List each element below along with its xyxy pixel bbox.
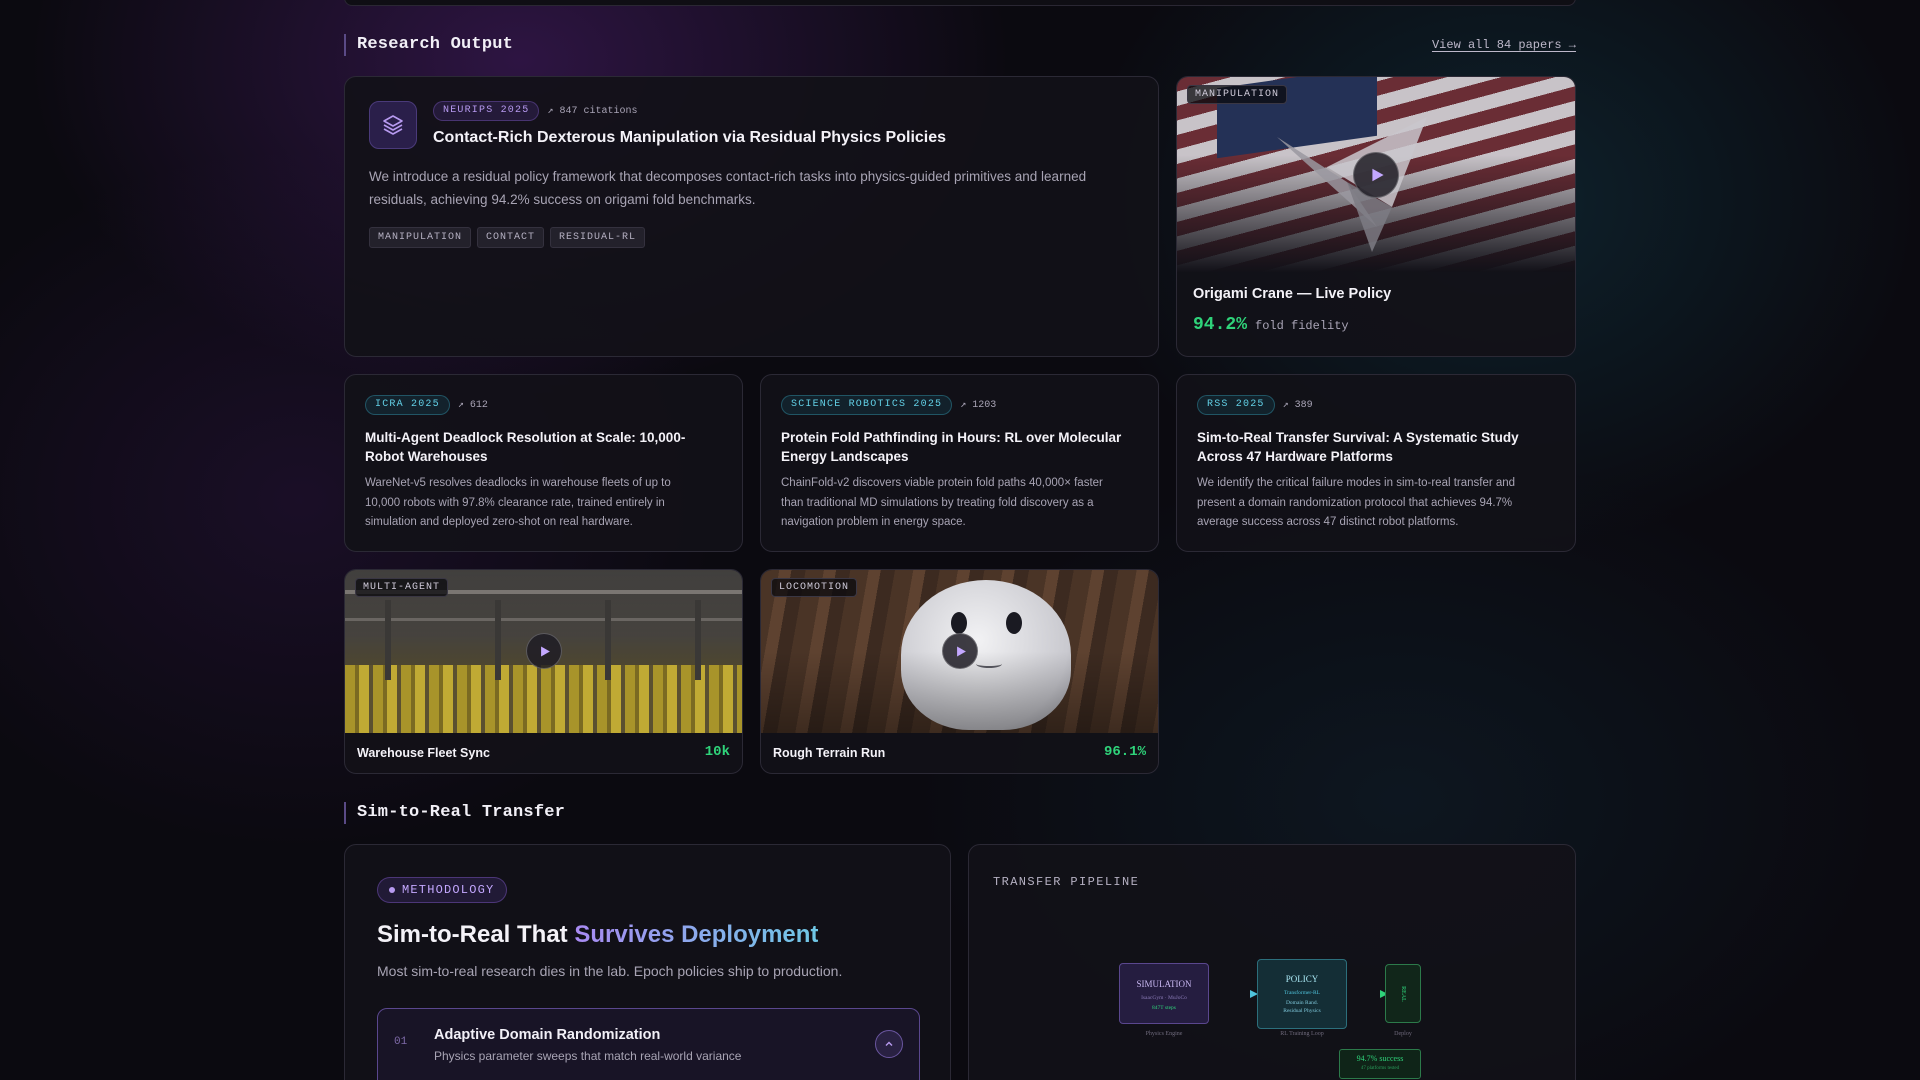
section-title-research: Research Output bbox=[344, 34, 513, 56]
video-title: Rough Terrain Run bbox=[773, 746, 886, 760]
paper-title[interactable]: Protein Fold Pathfinding in Hours: RL ov… bbox=[781, 428, 1141, 466]
simulation-node-sub: IsaacGym · MuJoCo bbox=[1141, 995, 1187, 1001]
tag[interactable]: CONTACT bbox=[477, 227, 545, 248]
success-sub: 47 platforms tested bbox=[1360, 1066, 1400, 1071]
video-title: Origami Crane — Live Policy bbox=[1193, 286, 1392, 302]
simulation-caption: Physics Engine bbox=[1145, 1031, 1183, 1037]
venue-badge: NEURIPS 2025 bbox=[433, 101, 540, 121]
play-icon[interactable] bbox=[1353, 152, 1399, 198]
paper-card[interactable]: ICRA 2025 ↗ 612 Multi-Agent Deadlock Res… bbox=[344, 374, 743, 552]
accordion-title: Adaptive Domain Randomization bbox=[434, 1027, 661, 1043]
policy-node: POLICY Transformer-RL Domain Rand. Resid… bbox=[1257, 959, 1347, 1029]
tag-list: MANIPULATION CONTACT RESIDUAL-RL bbox=[369, 227, 651, 248]
real-node: REAL bbox=[1385, 964, 1421, 1023]
heading-plain: Sim-to-Real That bbox=[377, 921, 575, 948]
research-section-header: Research Output View all 84 papers → bbox=[344, 33, 1576, 57]
policy-node-line2: Residual Physics bbox=[1283, 1008, 1321, 1014]
video-card[interactable]: MULTI-AGENT Warehouse Fleet Sync 10k bbox=[344, 569, 743, 774]
video-stat: 94.2% bbox=[1193, 315, 1248, 335]
simulation-node: SIMULATION IsaacGym · MuJoCo 847T steps bbox=[1119, 963, 1209, 1024]
simulation-node-stat: 847T steps bbox=[1152, 1005, 1176, 1011]
video-title: Warehouse Fleet Sync bbox=[357, 746, 490, 760]
play-icon[interactable] bbox=[942, 633, 978, 669]
methodology-card: METHODOLOGY Sim-to-Real That Survives De… bbox=[344, 844, 951, 1080]
transfer-pipeline-card: TRANSFER PIPELINE SIMULATION IsaacGym · … bbox=[968, 844, 1576, 1080]
pipeline-title: TRANSFER PIPELINE bbox=[993, 875, 1140, 889]
accordion-number: 01 bbox=[394, 1036, 408, 1048]
paper-abstract: ChainFold-v2 discovers viable protein fo… bbox=[781, 477, 1103, 528]
featured-paper-card[interactable]: NEURIPS 2025 ↗ 847 citations Contact-Ric… bbox=[344, 76, 1159, 357]
featured-paper-title[interactable]: Contact-Rich Dexterous Manipulation via … bbox=[433, 127, 1133, 149]
previous-section-card-edge bbox=[344, 0, 1576, 6]
accordion-item[interactable]: 01 Adaptive Domain Randomization Physics… bbox=[377, 1008, 920, 1080]
video-stat-label: fold fidelity bbox=[1255, 319, 1349, 333]
success-badge: 94.7% success 47 platforms tested bbox=[1339, 1049, 1421, 1079]
venue-badge: RSS 2025 bbox=[1197, 395, 1275, 415]
featured-paper-abstract: We introduce a residual policy framework… bbox=[369, 169, 1087, 207]
citation-count: ↗ 847 citations bbox=[547, 106, 638, 117]
citation-count: ↗ 612 bbox=[457, 400, 488, 411]
dot-icon bbox=[389, 887, 395, 893]
video-stat: 96.1% bbox=[1103, 744, 1146, 760]
tag[interactable]: RESIDUAL-RL bbox=[550, 227, 646, 248]
paper-card[interactable]: RSS 2025 ↗ 389 Sim-to-Real Transfer Surv… bbox=[1176, 374, 1576, 552]
pipeline-diagram: SIMULATION IsaacGym · MuJoCo 847T steps … bbox=[1119, 959, 1439, 1080]
policy-node-line1: Domain Rand. bbox=[1285, 1000, 1319, 1006]
methodology-subheading: Most sim-to-real research dies in the la… bbox=[377, 963, 843, 979]
paper-title[interactable]: Multi-Agent Deadlock Resolution at Scale… bbox=[365, 428, 715, 466]
methodology-badge-label: METHODOLOGY bbox=[402, 883, 495, 897]
policy-caption: RL Training Loop bbox=[1280, 1031, 1324, 1037]
featured-video-card[interactable]: MANIPULATION Origami Crane — Live Policy… bbox=[1176, 76, 1576, 357]
video-category-label: LOCOMOTION bbox=[771, 578, 858, 597]
accordion-desc: Physics parameter sweeps that match real… bbox=[434, 1049, 742, 1063]
heading-accent: Survives Deployment bbox=[574, 921, 819, 948]
real-node-title: REAL bbox=[1399, 985, 1406, 1002]
chevron-up-icon[interactable] bbox=[875, 1030, 903, 1058]
venue-badge: SCIENCE ROBOTICS 2025 bbox=[781, 395, 953, 415]
paper-abstract: We identify the critical failure modes i… bbox=[1197, 477, 1516, 528]
venue-badge: ICRA 2025 bbox=[365, 395, 450, 415]
view-all-papers-link[interactable]: View all 84 papers → bbox=[1432, 38, 1576, 52]
sim2real-section-header: Sim-to-Real Transfer bbox=[344, 801, 1576, 825]
real-caption: Deploy bbox=[1394, 1031, 1412, 1037]
tag[interactable]: MANIPULATION bbox=[369, 227, 472, 248]
policy-node-title: POLICY bbox=[1285, 974, 1319, 984]
section-title-sim2real: Sim-to-Real Transfer bbox=[344, 802, 565, 824]
policy-node-sub: Transformer-RL bbox=[1283, 990, 1321, 996]
citation-count: ↗ 1203 bbox=[960, 400, 997, 411]
video-stat: 10k bbox=[704, 744, 730, 760]
methodology-badge: METHODOLOGY bbox=[377, 877, 508, 903]
video-card[interactable]: LOCOMOTION Rough Terrain Run 96.1% bbox=[760, 569, 1159, 774]
methodology-heading: Sim-to-Real That Survives Deployment bbox=[377, 921, 818, 949]
paper-title[interactable]: Sim-to-Real Transfer Survival: A Systema… bbox=[1197, 428, 1557, 466]
video-category-label: MULTI-AGENT bbox=[355, 578, 449, 597]
paper-card[interactable]: SCIENCE ROBOTICS 2025 ↗ 1203 Protein Fol… bbox=[760, 374, 1159, 552]
layers-icon bbox=[369, 101, 417, 149]
paper-abstract: WareNet-v5 resolves deadlocks in warehou… bbox=[365, 477, 671, 528]
simulation-node-title: SIMULATION bbox=[1136, 979, 1192, 989]
success-title: 94.7% success bbox=[1356, 1054, 1404, 1063]
play-icon[interactable] bbox=[526, 633, 562, 669]
citation-count: ↗ 389 bbox=[1282, 400, 1313, 411]
video-category-label: MANIPULATION bbox=[1187, 85, 1288, 104]
